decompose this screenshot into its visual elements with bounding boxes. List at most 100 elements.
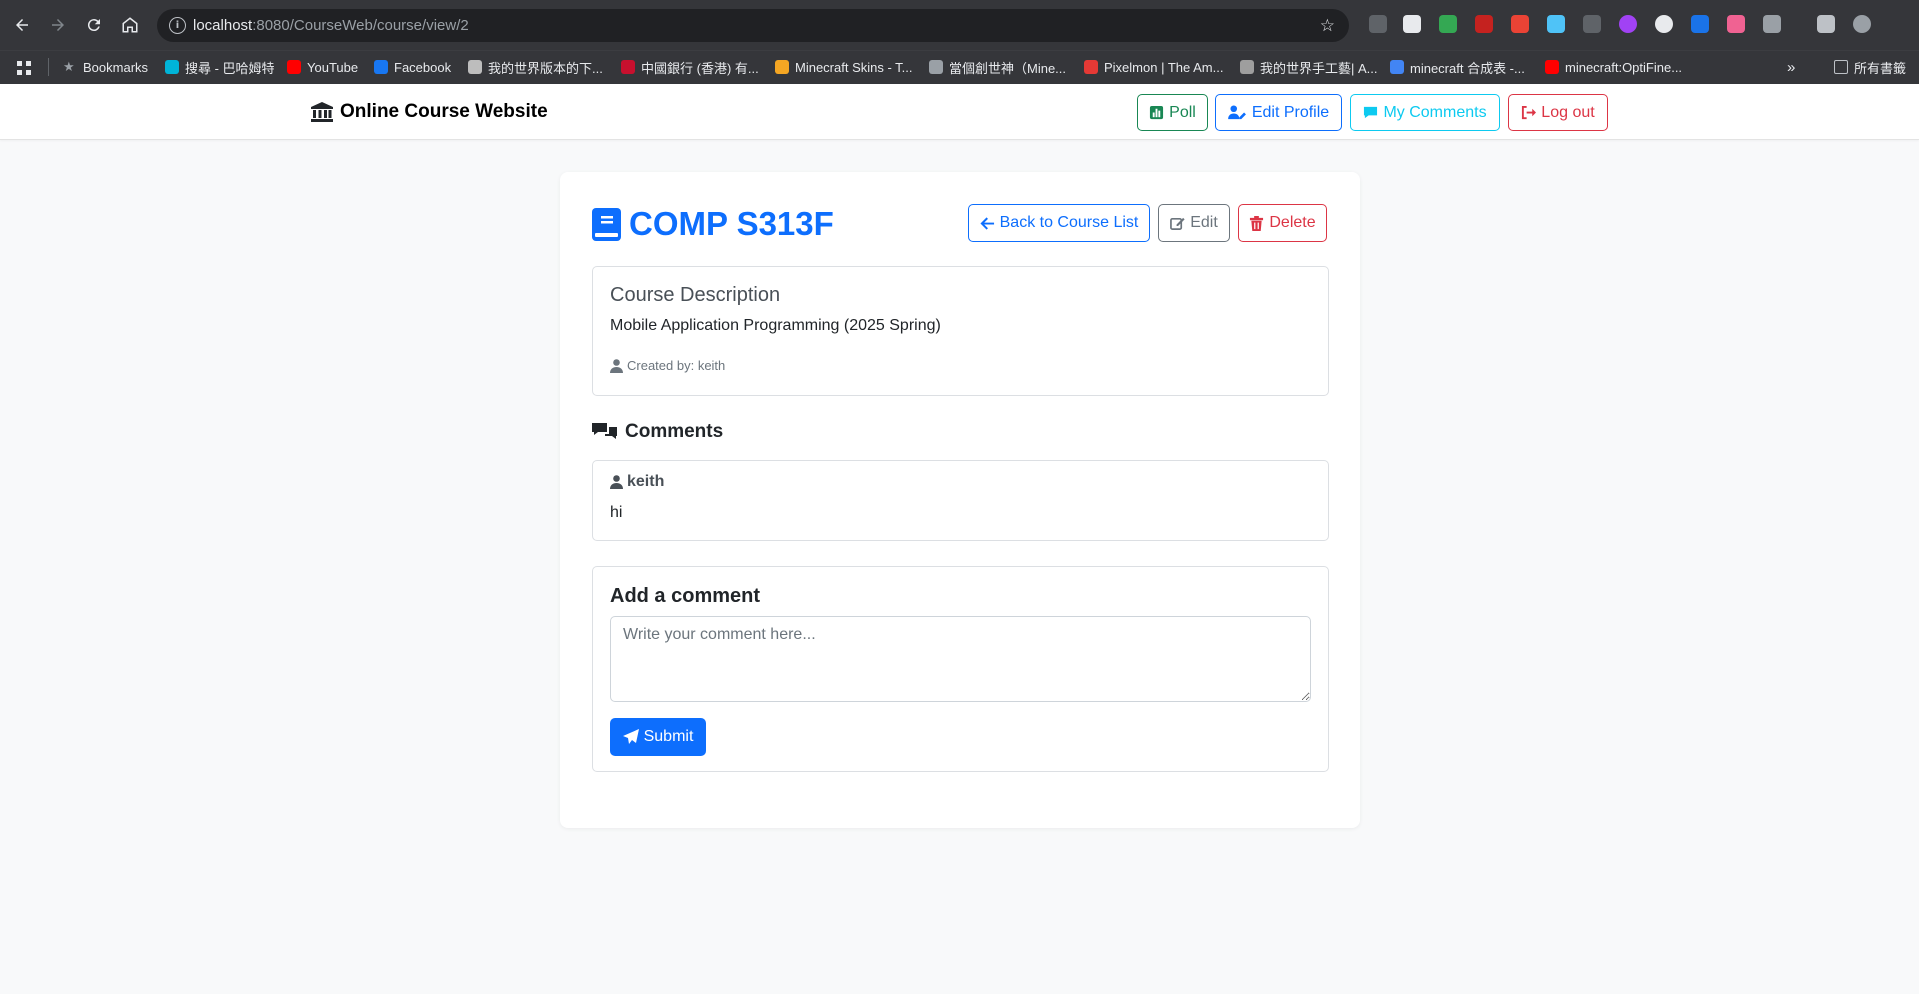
bookmark-item[interactable]: 我的世界手工藝| A... bbox=[1240, 58, 1378, 76]
comment-textarea[interactable] bbox=[610, 616, 1311, 702]
more-bookmarks-chevron-icon[interactable]: » bbox=[1787, 58, 1795, 76]
bookmark-item[interactable]: minecraft:OptiFine... bbox=[1545, 58, 1682, 76]
forward-arrow-icon[interactable] bbox=[43, 10, 73, 40]
submit-label: Submit bbox=[643, 728, 694, 745]
media-control-icon[interactable] bbox=[1817, 15, 1835, 33]
comments-icon bbox=[592, 423, 617, 439]
bookmark-item[interactable]: 搜尋 - 巴哈姆特 bbox=[165, 58, 275, 76]
bookmark-label: 搜尋 - 巴哈姆特 bbox=[185, 60, 275, 76]
brand-title: Online Course Website bbox=[340, 101, 548, 122]
bookmark-label: 我的世界手工藝| A... bbox=[1260, 60, 1378, 76]
comment-item: keith hi bbox=[592, 460, 1329, 541]
delete-label: Delete bbox=[1269, 214, 1316, 231]
delete-course-button[interactable]: Delete bbox=[1238, 204, 1327, 242]
bookmark-label: minecraft 合成表 -... bbox=[1410, 60, 1525, 76]
trash-icon bbox=[1250, 215, 1264, 231]
extensions-puzzle-icon[interactable] bbox=[1763, 15, 1781, 33]
back-arrow-icon[interactable] bbox=[7, 10, 37, 40]
favicon-icon bbox=[374, 60, 388, 74]
profile-avatar-icon[interactable] bbox=[1853, 15, 1871, 33]
logout-button[interactable]: Log out bbox=[1508, 94, 1608, 131]
comment-user: keith bbox=[610, 473, 664, 491]
favicon-icon bbox=[1545, 60, 1559, 74]
reload-icon[interactable] bbox=[79, 10, 109, 40]
bookmark-item[interactable]: ★ Bookmarks bbox=[63, 58, 148, 76]
bookmark-star-icon[interactable]: ☆ bbox=[1320, 16, 1335, 36]
site-info-icon[interactable]: i bbox=[169, 17, 186, 34]
my-comments-button[interactable]: My Comments bbox=[1350, 94, 1500, 131]
home-icon[interactable] bbox=[115, 10, 145, 40]
my-comments-label: My Comments bbox=[1383, 103, 1487, 121]
created-by: Created by: keith bbox=[610, 358, 725, 373]
bookmark-label: Pixelmon | The Am... bbox=[1104, 59, 1224, 75]
course-code: COMP S313F bbox=[629, 205, 834, 242]
course-title: COMP S313F bbox=[592, 205, 834, 243]
comments-heading-label: Comments bbox=[625, 421, 724, 442]
university-icon bbox=[311, 102, 333, 122]
favicon-icon bbox=[929, 60, 943, 74]
bookmark-item[interactable]: Minecraft Skins - T... bbox=[775, 58, 913, 76]
user-edit-icon bbox=[1227, 105, 1246, 120]
comments-heading: Comments bbox=[592, 421, 723, 443]
extension-glasses-icon[interactable] bbox=[1403, 15, 1421, 33]
site-brand[interactable]: Online Course Website bbox=[311, 101, 548, 123]
bookmark-item[interactable]: 中國銀行 (香港) 有... bbox=[621, 58, 759, 76]
paper-plane-icon bbox=[622, 729, 639, 744]
favicon-icon bbox=[287, 60, 301, 74]
course-description-box: Course Description Mobile Application Pr… bbox=[592, 266, 1329, 396]
extension-ublock-icon[interactable] bbox=[1475, 15, 1493, 33]
bookmark-label: 當個創世神（Mine... bbox=[949, 60, 1067, 76]
all-bookmarks-label: 所有書籤 bbox=[1854, 60, 1907, 76]
bookmark-item[interactable]: minecraft 合成表 -... bbox=[1390, 58, 1525, 76]
extension-image-icon[interactable] bbox=[1547, 15, 1565, 33]
add-comment-heading: Add a comment bbox=[610, 585, 761, 607]
bookmark-label: Facebook bbox=[394, 59, 452, 75]
edit-profile-label: Edit Profile bbox=[1251, 103, 1330, 121]
bookmark-label: 中國銀行 (香港) 有... bbox=[641, 60, 759, 76]
book-icon bbox=[592, 207, 621, 241]
extension-globe-icon[interactable] bbox=[1655, 15, 1673, 33]
bookmark-label: YouTube bbox=[307, 59, 359, 75]
site-navbar: Online Course Website Poll Edit Profile … bbox=[0, 84, 1919, 140]
extension-color-icon[interactable] bbox=[1439, 15, 1457, 33]
bookmark-label: Minecraft Skins - T... bbox=[795, 59, 913, 75]
edit-profile-button[interactable]: Edit Profile bbox=[1215, 94, 1342, 131]
bookmark-item[interactable]: 當個創世神（Mine... bbox=[929, 58, 1066, 76]
poll-label: Poll bbox=[1169, 103, 1196, 121]
all-bookmarks-folder[interactable]: 所有書籤 bbox=[1834, 58, 1906, 76]
favicon-icon bbox=[1390, 60, 1404, 74]
bookmark-item[interactable]: 我的世界版本的下... bbox=[468, 58, 603, 76]
favicon-icon bbox=[1240, 60, 1254, 74]
edit-course-button[interactable]: Edit bbox=[1158, 204, 1230, 242]
extension-cat-icon[interactable] bbox=[1727, 15, 1745, 33]
extension-translate-icon[interactable] bbox=[1369, 15, 1387, 33]
course-card: COMP S313F Back to Course List Edit Dele… bbox=[560, 172, 1360, 828]
extension-hd-icon[interactable] bbox=[1511, 15, 1529, 33]
bookmark-label: Bookmarks bbox=[83, 59, 149, 75]
chart-icon bbox=[1150, 105, 1164, 120]
bookmark-item[interactable]: YouTube bbox=[287, 58, 358, 76]
folder-icon bbox=[1834, 60, 1848, 74]
extension-printer-icon[interactable] bbox=[1583, 15, 1601, 33]
created-by-text: Created by: keith bbox=[627, 358, 726, 373]
comment-text: hi bbox=[610, 504, 623, 521]
logout-label: Log out bbox=[1541, 103, 1595, 121]
apps-grid-icon[interactable] bbox=[16, 59, 32, 77]
description-text: Mobile Application Programming (2025 Spr… bbox=[610, 317, 941, 334]
browser-toolbar: i localhost:8080/CourseWeb/course/view/2… bbox=[0, 0, 1919, 50]
description-heading: Course Description bbox=[610, 284, 781, 306]
sign-out-icon bbox=[1522, 105, 1537, 120]
bookmark-label: 我的世界版本的下... bbox=[488, 60, 603, 76]
poll-button[interactable]: Poll bbox=[1137, 94, 1208, 131]
favicon-icon bbox=[775, 60, 789, 74]
address-bar[interactable]: i localhost:8080/CourseWeb/course/view/2… bbox=[157, 9, 1349, 42]
extension-vscode-icon[interactable] bbox=[1691, 15, 1709, 33]
edit-icon bbox=[1170, 217, 1185, 230]
favicon-icon bbox=[468, 60, 482, 74]
extension-circle-icon[interactable] bbox=[1619, 15, 1637, 33]
submit-button[interactable]: Submit bbox=[610, 718, 706, 756]
bookmark-item[interactable]: Facebook bbox=[374, 58, 451, 76]
bookmarks-separator bbox=[48, 58, 49, 76]
bookmark-item[interactable]: Pixelmon | The Am... bbox=[1084, 58, 1223, 76]
back-to-course-list-button[interactable]: Back to Course List bbox=[968, 204, 1150, 242]
